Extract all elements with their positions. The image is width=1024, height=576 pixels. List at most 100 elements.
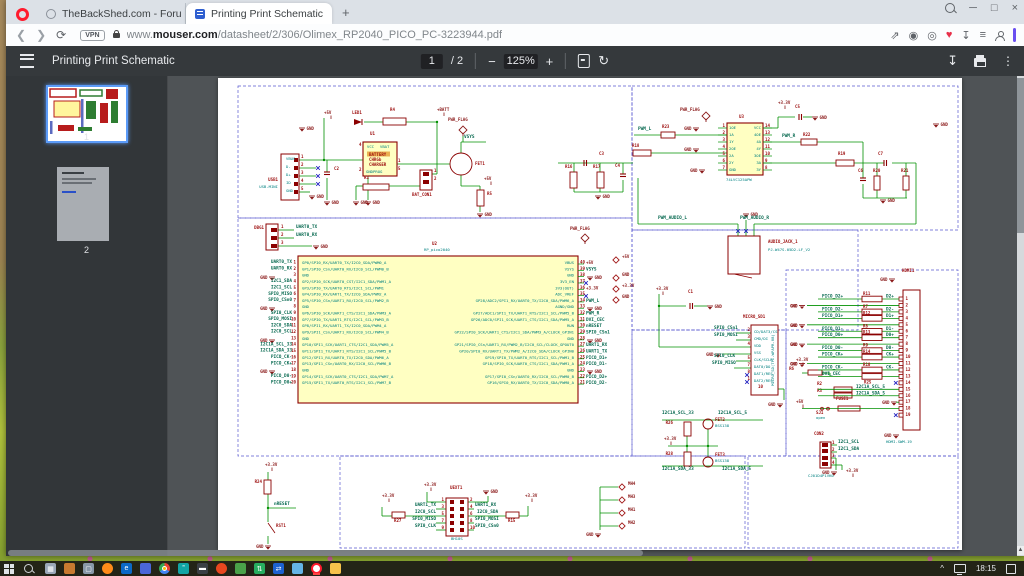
sch-label: I2C1A_SCL_5: [718, 410, 747, 416]
sch-label: PWR_FLAG: [680, 107, 700, 112]
sch-label: 9: [442, 525, 445, 530]
zoom-in-button[interactable]: +: [546, 54, 554, 69]
sch-label: GND: [491, 489, 499, 494]
tab-title: Printing Print Schematic: [211, 8, 323, 20]
sch-label: VBAT: [380, 144, 390, 149]
lock-icon[interactable]: [113, 33, 120, 38]
sch-label: 2: [359, 167, 362, 172]
taskbar-app-app-orange[interactable]: [64, 563, 75, 574]
download-icon[interactable]: ↧: [961, 29, 970, 42]
taskbar-app-monitor-app[interactable]: ▢: [83, 563, 94, 574]
bookmark-heart-icon[interactable]: ♥: [946, 29, 953, 41]
resistor: [570, 172, 577, 188]
sch-label: 5: [301, 186, 304, 191]
resistor: [633, 150, 651, 156]
taskbar-app-teamviewer[interactable]: ⇄: [273, 563, 284, 574]
taskbar-app-task-view[interactable]: ▦: [45, 563, 56, 574]
zoom-out-button[interactable]: −: [488, 54, 496, 69]
taskbar-app-app-teal[interactable]: ”: [178, 563, 189, 574]
download-pdf-button[interactable]: ↧: [947, 53, 958, 69]
taskbar-app-firefox[interactable]: [102, 563, 113, 574]
taskbar-app-chrome[interactable]: [159, 563, 170, 574]
sch-label: GND: [888, 198, 896, 203]
page-2-thumbnail[interactable]: [57, 167, 109, 241]
sch-label: CHARGER: [369, 162, 387, 167]
sch-label: DVI_CEC: [822, 371, 841, 377]
action-center-icon[interactable]: [1006, 564, 1016, 574]
sch-label: D1+: [886, 313, 894, 319]
taskbar-app-brave[interactable]: [216, 563, 227, 574]
sch-label: 3OE: [754, 153, 762, 158]
sch-label: GND: [690, 168, 698, 173]
sch-label: GP8/SPI1_RX/UART1_TX/I2C0_SDA/PWM4_A: [302, 323, 387, 328]
sch-label: PICO_CK-: [822, 364, 843, 370]
taskbar-app-notes[interactable]: [292, 563, 303, 574]
snapshot-icon[interactable]: ◉: [909, 29, 919, 42]
reload-button[interactable]: ⟳: [56, 28, 66, 42]
pwr-flag-icon: [581, 234, 589, 242]
start-button[interactable]: [4, 564, 14, 574]
sch-label: 5: [442, 511, 445, 516]
scroll-button[interactable]: ▲: [1017, 546, 1024, 555]
minimize-button[interactable]: ─: [969, 2, 977, 14]
page-number-input[interactable]: 1: [421, 54, 443, 69]
pin-pad: [450, 507, 454, 511]
taskbar-app-downloads[interactable]: ⇅: [254, 563, 265, 574]
forward-button[interactable]: ❯: [36, 28, 46, 42]
sch-label: SPI0_CSn1: [714, 325, 738, 331]
sch-label: +5V: [324, 110, 332, 115]
sch-label: GP15/SPI1_TX/UART0_RTS/I2C1_SCL/PWM7_B: [302, 380, 392, 385]
profile-icon[interactable]: [995, 31, 1004, 40]
taskbar-app-edge[interactable]: e: [121, 563, 132, 574]
sch-label: GND: [307, 126, 315, 131]
fit-page-button[interactable]: [578, 54, 590, 68]
taskbar-app-terminal[interactable]: ▬: [197, 563, 208, 574]
sch-label: GP9/SPI1_CSn/UART1_RX/I2C0_SCL/PWM4_B: [302, 330, 389, 335]
sch-label: 3: [281, 240, 284, 245]
print-button[interactable]: [974, 58, 986, 67]
connector-body: [446, 498, 468, 536]
target-icon[interactable]: ◎: [927, 29, 937, 42]
tab-backshed[interactable]: TheBackShed.com - Foru: [37, 3, 186, 24]
reading-list-icon[interactable]: ≡: [980, 29, 986, 41]
taskbar-app-app-blue[interactable]: [140, 563, 151, 574]
clock[interactable]: 18:15: [976, 564, 996, 573]
vpn-badge[interactable]: VPN: [80, 30, 104, 41]
taskbar-app-app-green[interactable]: [235, 563, 246, 574]
tray-chevron-icon[interactable]: ^: [940, 564, 944, 573]
sch-label: 8: [765, 165, 768, 170]
url-text[interactable]: www.mouser.com/datasheet/2/306/Olimex_RP…: [127, 29, 502, 41]
close-button[interactable]: ×: [1012, 2, 1018, 14]
sch-label: GND: [256, 544, 264, 549]
sch-label: DBG1: [254, 225, 264, 230]
more-options-button[interactable]: ⋮: [1002, 54, 1014, 68]
pin-pad: [822, 456, 828, 460]
sch-label: PWM_AUDIO_R: [740, 215, 769, 221]
taskbar-app-explorer[interactable]: [330, 563, 341, 574]
sch-label: VSYS: [464, 134, 475, 140]
zoom-level[interactable]: 125%: [504, 54, 538, 69]
vertical-scrollbar[interactable]: ▲: [1017, 76, 1024, 556]
search-icon[interactable]: [945, 3, 955, 13]
sch-label: R20: [873, 168, 881, 173]
rotate-button[interactable]: ↻: [598, 53, 609, 69]
taskbar-search-icon[interactable]: [24, 560, 33, 576]
browser-window: TheBackShed.com - Foru Printing Print Sc…: [6, 0, 1024, 556]
sch-label: PWR_FLAG: [570, 226, 590, 231]
share-icon[interactable]: ⇗: [890, 29, 899, 42]
menu-icon[interactable]: [20, 54, 34, 68]
scrollbar-thumb[interactable]: [1017, 78, 1024, 233]
maximize-button[interactable]: □: [991, 2, 998, 14]
sch-label: GP28/ADC2/SPI1_RX/UART0_TX/I2C0_SDA/PWM6…: [476, 298, 575, 303]
sidebar-toggle[interactable]: [1013, 28, 1016, 42]
taskbar-app-opera[interactable]: [311, 563, 322, 574]
back-button[interactable]: ❮: [16, 28, 26, 42]
network-icon[interactable]: [954, 564, 966, 573]
horizontal-scrollbar[interactable]: [8, 550, 643, 556]
tab-pdf[interactable]: Printing Print Schematic: [186, 3, 332, 24]
sch-label: PICO_D1-: [586, 361, 607, 367]
new-tab-button[interactable]: +: [342, 5, 350, 20]
opera-menu-icon[interactable]: [16, 8, 29, 21]
sch-label: 1A: [729, 132, 734, 137]
pin-pad: [460, 521, 464, 525]
